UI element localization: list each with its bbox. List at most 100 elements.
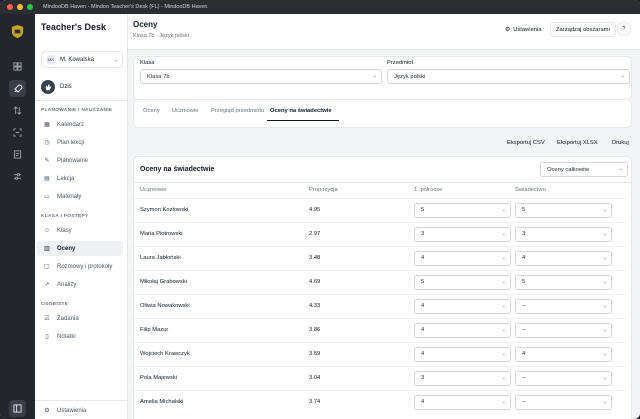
student-name: Laura Jabłoński: [140, 255, 181, 261]
first-half-grade-select[interactable]: 3 ⌄: [414, 227, 511, 242]
grade-view-select[interactable]: Oceny całkowite ⌄: [540, 162, 628, 177]
sidebar-item-calendar[interactable]: ▦ Kalendarz: [37, 117, 123, 132]
sidebar-item-tasks[interactable]: ☑ Zadania: [37, 311, 123, 326]
nav-today-label: Dziś: [60, 84, 72, 90]
first-half-grade-select[interactable]: 4 ⌄: [414, 347, 511, 362]
tab-grades[interactable]: Oceny: [143, 108, 160, 114]
first-half-grade-select[interactable]: 4 ⌄: [414, 323, 511, 338]
icon-rail: [0, 14, 35, 419]
title-bar: MindooDB Haven - Mindoo Teacher's Desk (…: [0, 0, 640, 14]
first-half-grade-select[interactable]: 5 ⌄: [414, 203, 511, 218]
nav-today[interactable]: Dziś: [41, 80, 72, 94]
user-switcher[interactable]: MK M. Kowalska ⌄: [41, 51, 123, 68]
certificate-grade-select[interactable]: 5 ⌄: [515, 203, 612, 218]
note-icon: ▯: [45, 334, 49, 340]
certificate-grade-select[interactable]: 3 ⌄: [515, 227, 612, 242]
sidebar-item-timetable[interactable]: ◷ Plan lekcji: [37, 135, 123, 150]
sidebar-item-analytics[interactable]: ↗ Analizy: [37, 277, 123, 292]
table-row: Amelia Michalski 3.74 4 ⌄ – ⌄: [133, 390, 627, 414]
column-header-proposal: Propozycja: [309, 187, 338, 193]
rail-sort-icon[interactable]: [9, 102, 26, 119]
class-filter-label: Klasa: [140, 60, 155, 66]
column-header-students: Uczniowie: [140, 187, 167, 193]
main-content: Oceny Klasa 7b · Język polski ⚙ Ustawien…: [128, 14, 640, 419]
chevron-down-icon: ⌄: [501, 231, 506, 237]
active-tab-indicator: [267, 120, 339, 121]
divider: [35, 100, 128, 101]
chevron-down-icon: ⌄: [602, 399, 607, 405]
rail-report-icon[interactable]: [9, 146, 26, 163]
certificate-grade-select[interactable]: 4 ⌄: [515, 347, 612, 362]
chevron-down-icon: ⌄: [501, 303, 506, 309]
rail-rocket-icon[interactable]: [9, 80, 26, 97]
rail-scan-icon[interactable]: [9, 124, 26, 141]
certificate-grade-select[interactable]: – ⌄: [515, 371, 612, 386]
manage-areas-button[interactable]: Zarządzaj obszarami: [550, 22, 616, 37]
section-planning-label: PLANOWANIE I NAUCZANIE: [41, 108, 113, 113]
sidebar-item-materials[interactable]: ▭ Materiały: [37, 189, 123, 204]
sidebar-item-notes[interactable]: ▯ Notatki: [37, 329, 123, 344]
chevron-down-icon: ⌄: [602, 231, 607, 237]
certificate-grade-select[interactable]: – ⌄: [515, 299, 612, 314]
first-half-grade-select[interactable]: 4 ⌄: [414, 299, 511, 314]
first-half-grade-select[interactable]: 4 ⌄: [414, 395, 511, 410]
chevron-down-icon: ⌄: [501, 279, 506, 285]
proposal-value: 4.95: [309, 207, 321, 213]
certificate-grade-select[interactable]: 4 ⌄: [515, 251, 612, 266]
calendar-icon: ▦: [44, 122, 50, 128]
chevron-down-icon: ⌄: [501, 207, 506, 213]
brand-title: Teacher's Desk: [41, 22, 107, 32]
app-window: MindooDB Haven - Mindoo Teacher's Desk (…: [0, 0, 640, 419]
maximize-window-button[interactable]: [27, 4, 33, 10]
export-csv-button[interactable]: Eksportuj CSV: [507, 140, 545, 146]
rail-panel-toggle-icon[interactable]: [9, 400, 26, 417]
certificate-grade-select[interactable]: 5 ⌄: [515, 275, 612, 290]
student-name: Wojciech Krawczyk: [140, 351, 190, 357]
chevron-down-icon: ⌄: [618, 166, 623, 172]
student-name: Filip Mazur: [140, 327, 169, 333]
rail-dashboard-icon[interactable]: [9, 58, 26, 75]
user-name: M. Kowalska: [60, 56, 95, 63]
rail-sliders-icon[interactable]: [9, 168, 26, 185]
export-xlsx-button[interactable]: Eksportuj XLSX: [557, 140, 598, 146]
student-name: Pola Majewski: [140, 375, 178, 381]
first-half-grade-select[interactable]: 3 ⌄: [414, 371, 511, 386]
chevron-down-icon: ⌄: [620, 73, 625, 79]
chat-icon: ▢: [44, 264, 50, 270]
print-button[interactable]: Drukuj: [612, 140, 629, 146]
tab-subject-overview[interactable]: Przegląd przedmiotu: [211, 108, 264, 114]
settings-button[interactable]: ⚙ Ustawienia: [500, 22, 547, 37]
sidebar-item-classes[interactable]: ☺ Klasy: [37, 223, 123, 238]
sidebar-item-lesson[interactable]: ▤ Lekcja: [37, 171, 123, 186]
subject-filter-label: Przedmiot: [387, 60, 414, 66]
subject-select[interactable]: Język polski ⌄: [387, 69, 630, 84]
sidebar: Teacher's Desk MK M. Kowalska ⌄ Dziś PLA…: [35, 14, 128, 419]
proposal-value: 3.48: [309, 255, 321, 261]
help-button[interactable]: ?: [617, 22, 631, 36]
clock-icon: ◷: [44, 140, 50, 146]
page-title: Oceny: [133, 20, 158, 29]
tab-students[interactable]: Uczniowie: [172, 108, 198, 114]
first-half-grade-select[interactable]: 5 ⌄: [414, 275, 511, 290]
divider: [35, 400, 128, 401]
minimize-window-button[interactable]: [17, 4, 23, 10]
tab-certificate-grades[interactable]: Oceny na świadectwie: [270, 108, 332, 114]
proposal-value: 2.97: [309, 231, 321, 237]
section-class-label: KLASA I POSTĘPY: [41, 214, 89, 219]
app-logo-icon: [11, 24, 24, 39]
sidebar-item-settings[interactable]: ⚙ Ustawienia: [37, 403, 123, 418]
certificate-grade-select[interactable]: – ⌄: [515, 395, 612, 410]
table-title: Oceny na świadectwie: [140, 166, 215, 173]
tabs-card: [133, 100, 632, 128]
certificate-grade-select[interactable]: – ⌄: [515, 323, 612, 338]
sidebar-item-planning[interactable]: ✎ Planowanie: [37, 153, 123, 168]
class-select[interactable]: Klasa 7b ⌄: [140, 69, 382, 84]
first-half-grade-select[interactable]: 4 ⌄: [414, 251, 511, 266]
sidebar-item-grades[interactable]: ▥ Oceny: [37, 241, 123, 256]
sidebar-item-conversations[interactable]: ▢ Rozmowy i protokoły: [37, 259, 123, 274]
student-name: Mikołaj Grabowski: [140, 279, 188, 285]
users-icon: ☺: [43, 227, 51, 234]
close-window-button[interactable]: [7, 4, 13, 10]
folder-icon: ▭: [44, 194, 50, 200]
check-icon: ☑: [44, 316, 50, 322]
